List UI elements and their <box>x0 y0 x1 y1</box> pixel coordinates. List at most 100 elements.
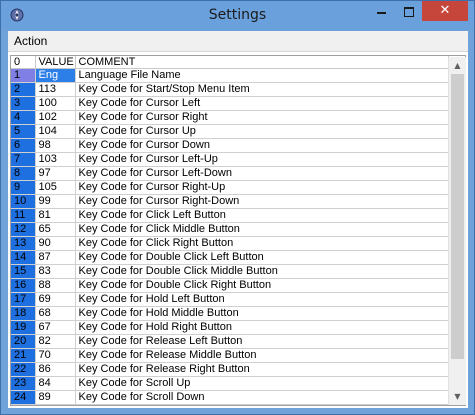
table-row[interactable]: 22 86 Key Code for Release Right Button <box>11 362 449 377</box>
table-row[interactable]: 15 83 Key Code for Double Click Middle But… <box>11 264 449 279</box>
title-bar[interactable]: Settings ✕ <box>1 1 474 30</box>
table-row[interactable]: 10 99 Key Code for Cursor Right-Down <box>11 194 449 209</box>
value-cell[interactable]: 113 <box>35 82 76 97</box>
row-index[interactable]: 2 <box>11 82 36 97</box>
row-index[interactable]: 14 <box>11 250 36 265</box>
table-row[interactable]: 20 82 Key Code for Release Left Button <box>11 334 449 349</box>
row-index[interactable]: 11 <box>11 208 36 223</box>
table-row[interactable]: 3 100 Key Code for Cursor Left <box>11 96 449 111</box>
row-index[interactable]: 13 <box>11 236 36 251</box>
table-row[interactable]: 5 104 Key Code for Cursor Up <box>11 124 449 139</box>
value-cell[interactable]: 90 <box>35 236 76 251</box>
value-cell[interactable]: 86 <box>35 362 76 377</box>
table-row[interactable]: 1 Eng Language File Name <box>11 68 449 83</box>
column-header-comment[interactable]: COMMENT <box>75 56 449 69</box>
comment-cell[interactable]: Key Code for Cursor Right-Down <box>75 194 449 209</box>
table-row[interactable]: 2 113 Key Code for Start/Stop Menu Item <box>11 82 449 97</box>
settings-grid[interactable]: 0 VALUE COMMENT 1 Eng Language File Name 2… <box>10 55 466 406</box>
value-cell[interactable]: 99 <box>35 194 76 209</box>
row-index[interactable]: 6 <box>11 138 36 153</box>
vertical-scrollbar[interactable]: ▲ ▼ <box>448 57 466 405</box>
value-cell[interactable]: 97 <box>35 166 76 181</box>
column-header-index[interactable]: 0 <box>11 56 36 69</box>
value-cell[interactable]: 100 <box>35 96 76 111</box>
table-row[interactable]: 6 98 Key Code for Cursor Down <box>11 138 449 153</box>
row-index[interactable]: 10 <box>11 194 36 209</box>
value-cell[interactable]: 81 <box>35 208 76 223</box>
value-cell[interactable]: 84 <box>35 376 76 391</box>
minimize-button[interactable] <box>368 1 394 21</box>
table-row[interactable]: 17 69 Key Code for Hold Left Button <box>11 292 449 307</box>
comment-cell[interactable]: Key Code for Cursor Left <box>75 96 449 111</box>
table-row[interactable]: 7 103 Key Code for Cursor Left-Up <box>11 152 449 167</box>
row-index[interactable]: 19 <box>11 320 36 335</box>
row-index[interactable]: 17 <box>11 292 36 307</box>
table-row[interactable]: 4 102 Key Code for Cursor Right <box>11 110 449 125</box>
row-index[interactable]: 8 <box>11 166 36 181</box>
value-cell[interactable]: 83 <box>35 264 76 279</box>
table-row[interactable]: 12 65 Key Code for Click Middle Button <box>11 222 449 237</box>
row-index[interactable]: 15 <box>11 264 36 279</box>
value-cell[interactable]: 102 <box>35 110 76 125</box>
comment-cell[interactable]: Key Code for Double Click Left Button <box>75 250 449 265</box>
comment-cell[interactable]: Key Code for Click Middle Button <box>75 222 449 237</box>
table-row[interactable]: 19 67 Key Code for Hold Right Button <box>11 320 449 335</box>
table-row[interactable]: 16 88 Key Code for Double Click Right Butt… <box>11 278 449 293</box>
comment-cell[interactable]: Key Code for Click Left Button <box>75 208 449 223</box>
value-cell[interactable]: 89 <box>35 390 76 405</box>
value-cell[interactable]: 105 <box>35 180 76 195</box>
row-index[interactable]: 21 <box>11 348 36 363</box>
table-row[interactable]: 23 84 Key Code for Scroll Up <box>11 376 449 391</box>
table-row[interactable]: 18 68 Key Code for Hold Middle Button <box>11 306 449 321</box>
maximize-button[interactable] <box>396 1 422 21</box>
comment-cell[interactable]: Key Code for Cursor Left-Down <box>75 166 449 181</box>
value-cell[interactable]: 65 <box>35 222 76 237</box>
comment-cell[interactable]: Key Code for Release Right Button <box>75 362 449 377</box>
close-button[interactable]: ✕ <box>422 1 468 21</box>
row-index[interactable]: 5 <box>11 124 36 139</box>
table-row[interactable]: 13 90 Key Code for Click Right Button <box>11 236 449 251</box>
value-cell[interactable]: 103 <box>35 152 76 167</box>
comment-cell[interactable]: Key Code for Cursor Right <box>75 110 449 125</box>
comment-cell[interactable]: Key Code for Release Middle Button <box>75 348 449 363</box>
row-index[interactable]: 3 <box>11 96 36 111</box>
column-header-value[interactable]: VALUE <box>35 56 76 69</box>
table-row[interactable]: 9 105 Key Code for Cursor Right-Up <box>11 180 449 195</box>
comment-cell[interactable]: Key Code for Release Left Button <box>75 334 449 349</box>
comment-cell[interactable]: Key Code for Cursor Left-Up <box>75 152 449 167</box>
comment-cell[interactable]: Language File Name <box>75 68 449 83</box>
comment-cell[interactable]: Key Code for Hold Middle Button <box>75 306 449 321</box>
value-cell[interactable]: 88 <box>35 278 76 293</box>
comment-cell[interactable]: Key Code for Cursor Up <box>75 124 449 139</box>
menu-action[interactable]: Action <box>14 34 47 48</box>
table-row[interactable]: 8 97 Key Code for Cursor Left-Down <box>11 166 449 181</box>
table-row[interactable]: 24 89 Key Code for Scroll Down <box>11 390 449 405</box>
row-index[interactable]: 23 <box>11 376 36 391</box>
comment-cell[interactable]: Key Code for Hold Right Button <box>75 320 449 335</box>
scroll-down-arrow-icon[interactable]: ▼ <box>449 388 466 405</box>
row-index[interactable]: 16 <box>11 278 36 293</box>
comment-cell[interactable]: Key Code for Cursor Down <box>75 138 449 153</box>
table-row[interactable]: 21 70 Key Code for Release Middle Button <box>11 348 449 363</box>
value-cell[interactable]: 68 <box>35 306 76 321</box>
row-index[interactable]: 4 <box>11 110 36 125</box>
row-index[interactable]: 18 <box>11 306 36 321</box>
comment-cell[interactable]: Key Code for Start/Stop Menu Item <box>75 82 449 97</box>
row-index[interactable]: 22 <box>11 362 36 377</box>
comment-cell[interactable]: Key Code for Hold Left Button <box>75 292 449 307</box>
comment-cell[interactable]: Key Code for Double Click Middle Button <box>75 264 449 279</box>
comment-cell[interactable]: Key Code for Click Right Button <box>75 236 449 251</box>
scroll-up-arrow-icon[interactable]: ▲ <box>449 57 466 74</box>
row-index[interactable]: 12 <box>11 222 36 237</box>
row-index[interactable]: 1 <box>11 68 36 83</box>
value-cell[interactable]: 70 <box>35 348 76 363</box>
row-index[interactable]: 9 <box>11 180 36 195</box>
comment-cell[interactable]: Key Code for Cursor Right-Up <box>75 180 449 195</box>
value-cell[interactable]: 98 <box>35 138 76 153</box>
value-cell[interactable]: Eng <box>35 68 76 83</box>
table-row[interactable]: 14 87 Key Code for Double Click Left Butto… <box>11 250 449 265</box>
value-cell[interactable]: 67 <box>35 320 76 335</box>
table-row[interactable]: 11 81 Key Code for Click Left Button <box>11 208 449 223</box>
scroll-thumb[interactable] <box>451 74 464 359</box>
value-cell[interactable]: 87 <box>35 250 76 265</box>
